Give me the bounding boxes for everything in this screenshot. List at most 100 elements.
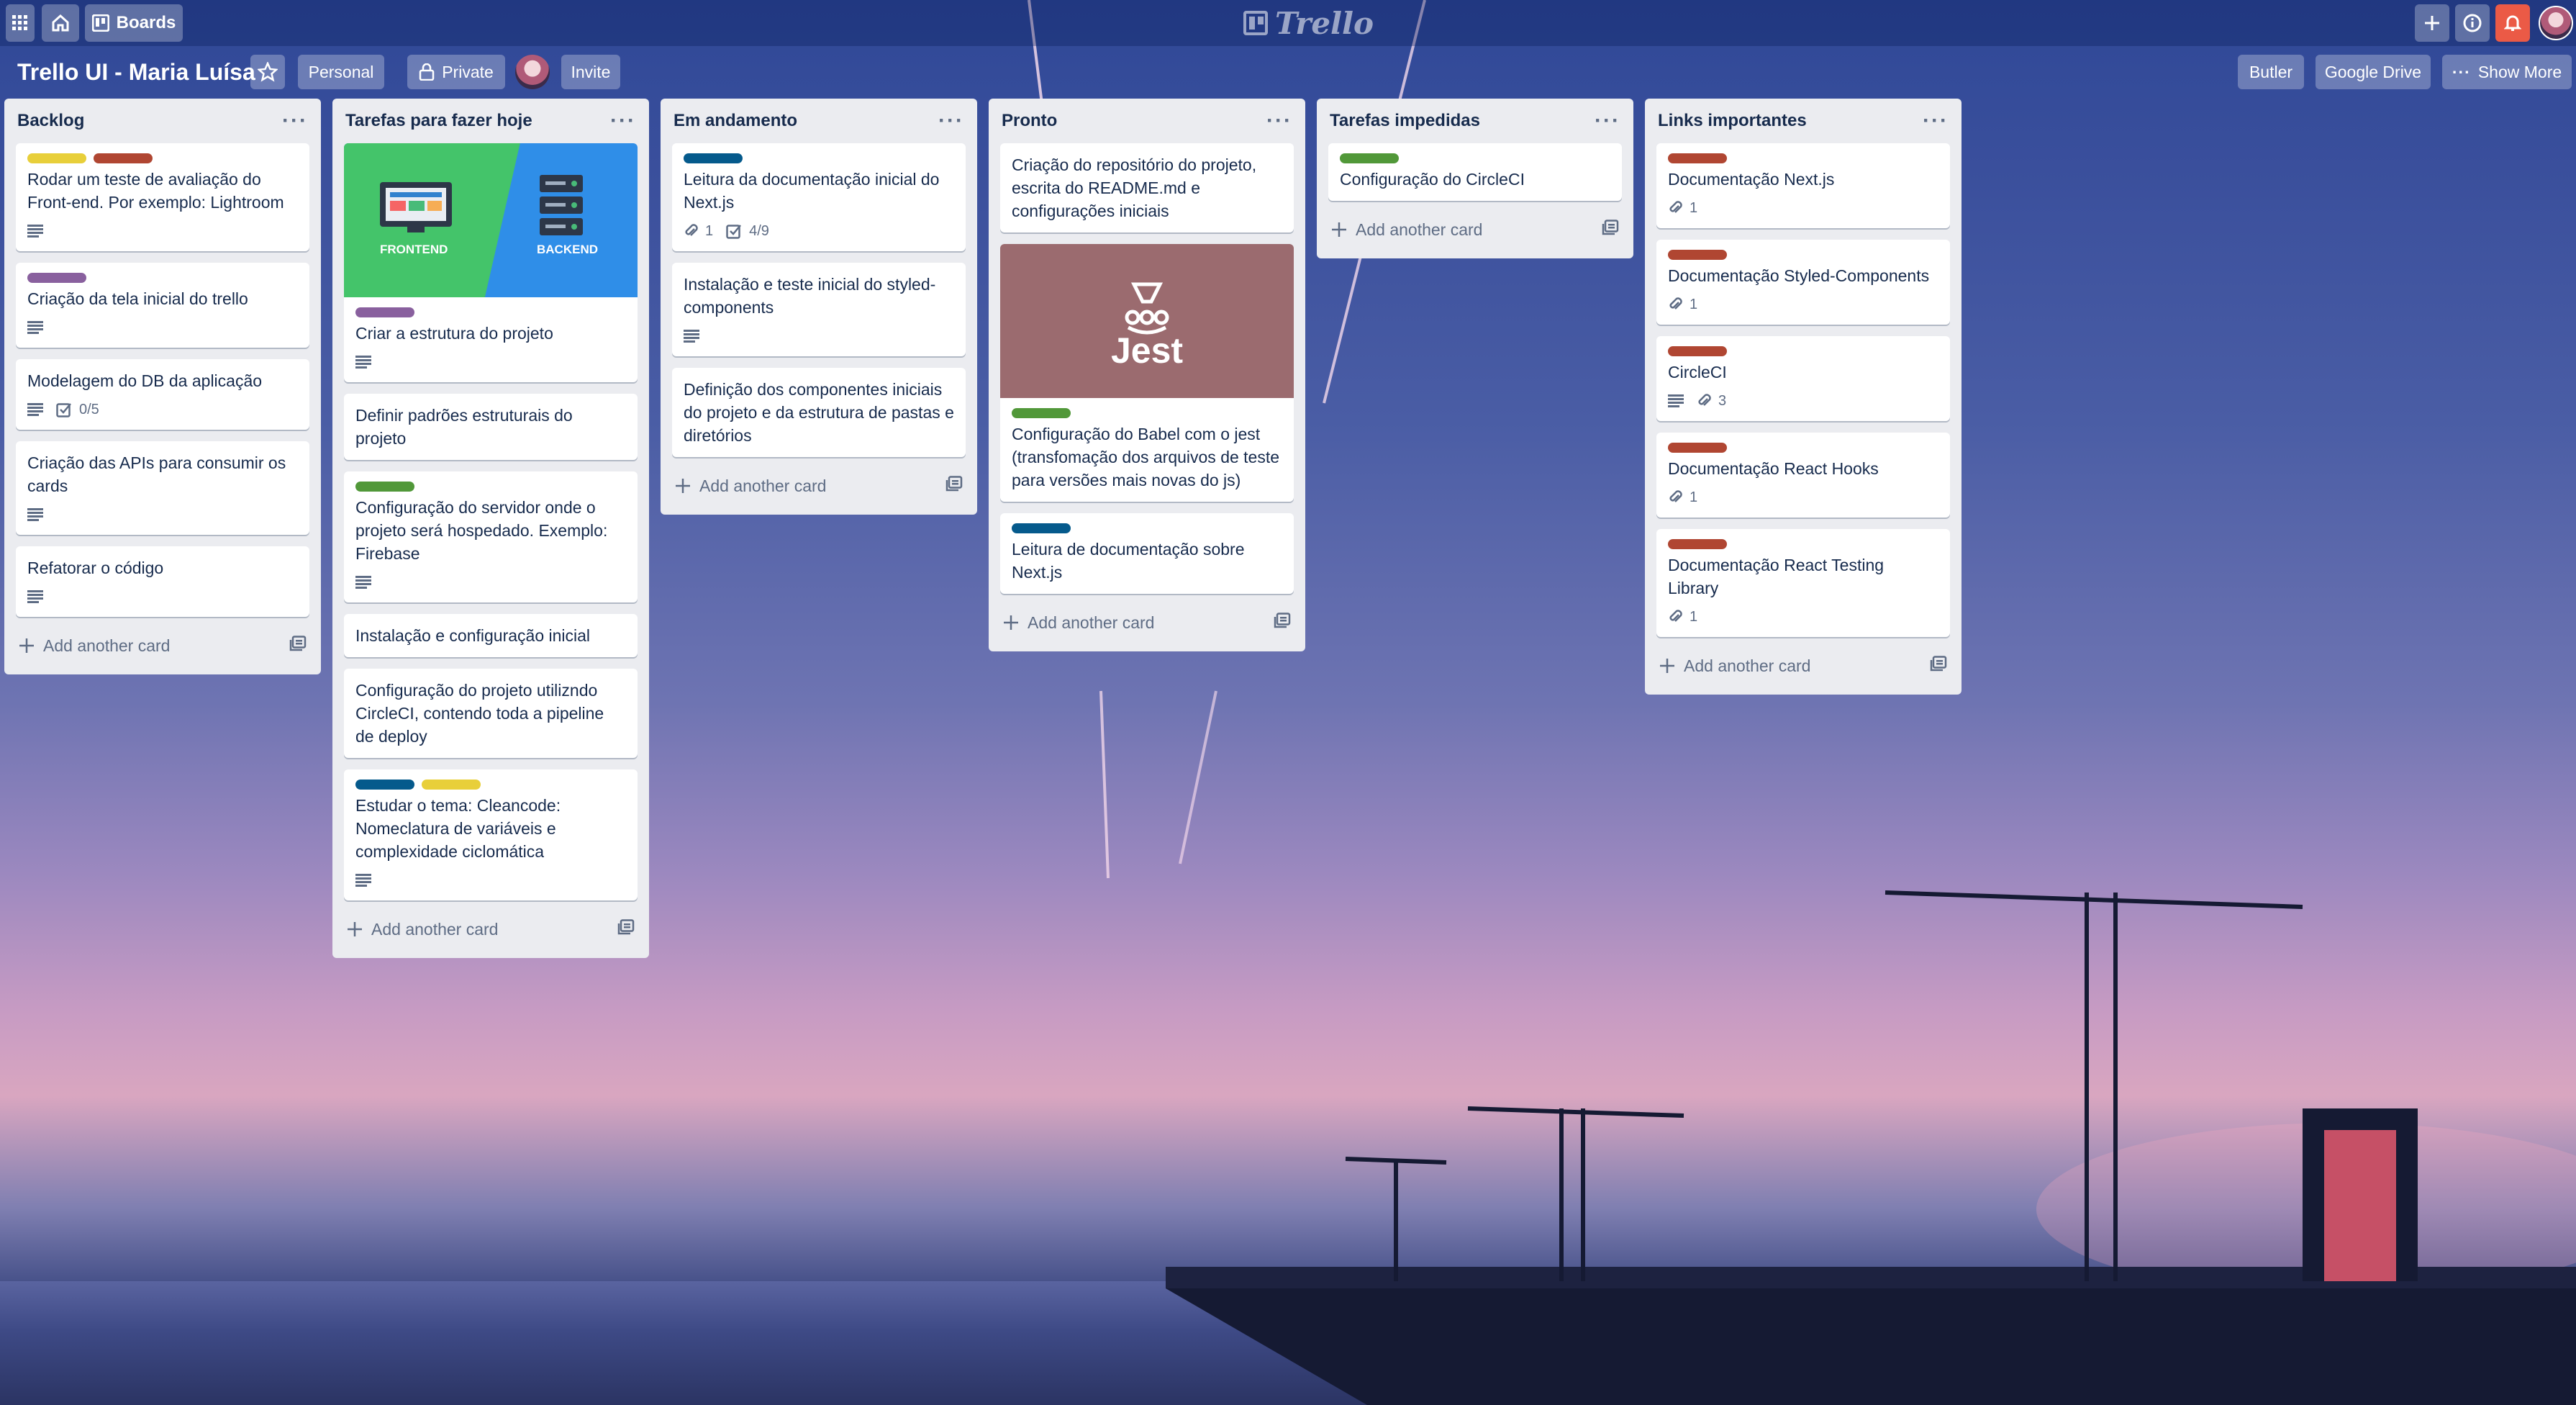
card-template-button[interactable] — [617, 919, 635, 939]
card[interactable]: Configuração do CircleCI — [1328, 143, 1622, 201]
home-button[interactable] — [42, 4, 79, 42]
add-card-link[interactable]: Add another card — [1331, 220, 1482, 240]
card[interactable]: Documentação Styled-Components 1 — [1656, 240, 1950, 325]
card-label[interactable] — [422, 780, 481, 790]
board-title[interactable]: Trello UI - Maria Luísa — [17, 55, 255, 89]
card-label[interactable] — [1668, 443, 1727, 453]
list-menu-icon[interactable]: ··· — [938, 110, 964, 132]
add-card-link[interactable]: Add another card — [1003, 613, 1154, 633]
list-title[interactable]: Links importantes — [1658, 111, 1807, 131]
card[interactable]: FRONTEND BACKEND Criar a estrutura do proj… — [344, 143, 638, 382]
card-title: Modelagem do DB da aplicação — [27, 371, 263, 390]
card[interactable]: Criação do repositório do projeto, escri… — [1000, 143, 1294, 232]
list-title[interactable]: Tarefas para fazer hoje — [345, 111, 532, 131]
show-menu-button[interactable]: ··· Show More — [2442, 55, 2572, 89]
card[interactable]: Rodar um teste de avaliação do Front-end… — [16, 143, 309, 251]
card-template-button[interactable] — [289, 636, 307, 656]
member-avatar[interactable] — [2539, 6, 2573, 40]
card[interactable]: Documentação React Hooks 1 — [1656, 433, 1950, 518]
team-visibility-button[interactable]: Personal — [298, 55, 384, 89]
star-button[interactable] — [250, 55, 285, 89]
card[interactable]: Definição dos componentes iniciais do pr… — [672, 368, 966, 457]
card-label[interactable] — [27, 153, 86, 163]
card-label[interactable] — [355, 482, 414, 492]
list-title[interactable]: Em andamento — [674, 111, 797, 131]
card-template-button[interactable] — [945, 476, 963, 496]
add-card-button[interactable]: Add another card — [1656, 649, 1950, 683]
list-header[interactable]: Em andamento ··· — [672, 99, 966, 143]
card[interactable]: CircleCI 3 — [1656, 336, 1950, 421]
card-label[interactable] — [27, 273, 86, 283]
trello-logo[interactable]: Trello — [1243, 4, 1374, 42]
add-card-button[interactable]: Add another card — [16, 628, 309, 663]
card-template-button[interactable] — [1930, 656, 1947, 676]
card-label[interactable] — [94, 153, 153, 163]
checklist-icon — [56, 403, 71, 417]
list-header[interactable]: Tarefas impedidas ··· — [1328, 99, 1622, 143]
list-menu-icon[interactable]: ··· — [610, 110, 636, 132]
description-badge — [355, 576, 371, 589]
list-menu-icon[interactable]: ··· — [1266, 110, 1292, 132]
card[interactable]: Leitura de documentação sobre Next.js — [1000, 513, 1294, 594]
card-template-icon — [1930, 656, 1947, 672]
list-title[interactable]: Pronto — [1002, 111, 1057, 131]
add-card-button[interactable]: Add another card — [1000, 605, 1294, 640]
card[interactable]: Leitura da documentação inicial do Next.… — [672, 143, 966, 251]
card[interactable]: Criação das APIs para consumir os cards — [16, 441, 309, 535]
apps-button[interactable] — [6, 4, 35, 42]
card[interactable]: Estudar o tema: Cleancode: Nomeclatura d… — [344, 769, 638, 900]
card[interactable]: Modelagem do DB da aplicação 0/5 — [16, 359, 309, 430]
card[interactable]: Configuração do projeto utilizndo Circle… — [344, 669, 638, 758]
list-title[interactable]: Tarefas impedidas — [1330, 111, 1480, 131]
add-card-button[interactable]: Add another card — [344, 912, 638, 947]
card[interactable]: Instalação e configuração inicial — [344, 614, 638, 657]
card-label[interactable] — [1668, 250, 1727, 260]
list-header[interactable]: Links importantes ··· — [1656, 99, 1950, 143]
card-label[interactable] — [1668, 153, 1727, 163]
card-label[interactable] — [1012, 523, 1071, 533]
list-header[interactable]: Pronto ··· — [1000, 99, 1294, 143]
card[interactable]: Configuração do servidor onde o projeto … — [344, 471, 638, 602]
card[interactable]: Definir padrões estruturais do projeto — [344, 394, 638, 460]
list-title[interactable]: Backlog — [17, 111, 84, 131]
card[interactable]: Criação da tela inicial do trello — [16, 263, 309, 348]
card-label[interactable] — [355, 780, 414, 790]
board-member-avatar[interactable] — [515, 55, 550, 89]
list-header[interactable]: Tarefas para fazer hoje ··· — [344, 99, 638, 143]
list-menu-icon[interactable]: ··· — [1923, 110, 1949, 132]
add-card-link[interactable]: Add another card — [347, 920, 498, 939]
attachment-count: 1 — [1690, 609, 1698, 625]
card-template-button[interactable] — [1602, 220, 1619, 240]
card-label[interactable] — [355, 307, 414, 317]
notifications-button[interactable] — [2495, 4, 2530, 42]
card-template-button[interactable] — [1274, 613, 1291, 633]
card-label[interactable] — [1012, 408, 1071, 418]
boards-button[interactable]: Boards — [85, 4, 183, 42]
google-drive-button[interactable]: Google Drive — [2316, 55, 2431, 89]
card[interactable]: Jest Configuração do Babel com o jest (tr… — [1000, 244, 1294, 502]
add-card-button[interactable]: Add another card — [1328, 212, 1622, 247]
more-dots-icon: ··· — [2452, 62, 2471, 81]
list-menu-icon[interactable]: ··· — [1595, 110, 1620, 132]
list-header[interactable]: Backlog ··· — [16, 99, 309, 143]
card[interactable]: Instalação e teste inicial do styled-com… — [672, 263, 966, 356]
card-label[interactable] — [1668, 346, 1727, 356]
add-card-link[interactable]: Add another card — [19, 636, 170, 656]
list-menu-icon[interactable]: ··· — [282, 110, 308, 132]
info-button[interactable] — [2455, 4, 2490, 42]
privacy-button[interactable]: Private — [407, 55, 505, 89]
add-card-button[interactable]: Add another card — [672, 469, 966, 503]
plus-icon — [676, 479, 690, 493]
card-label[interactable] — [1340, 153, 1399, 163]
card-title: Refatorar o código — [27, 559, 164, 577]
invite-button[interactable]: Invite — [561, 55, 620, 89]
butler-button[interactable]: Butler — [2238, 55, 2304, 89]
card[interactable]: Refatorar o código — [16, 546, 309, 617]
create-button[interactable] — [2415, 4, 2449, 42]
add-card-link[interactable]: Add another card — [1659, 656, 1810, 676]
card-label[interactable] — [1668, 539, 1727, 549]
card-label[interactable] — [684, 153, 743, 163]
card[interactable]: Documentação Next.js 1 — [1656, 143, 1950, 228]
add-card-link[interactable]: Add another card — [675, 476, 826, 496]
card[interactable]: Documentação React Testing Library 1 — [1656, 529, 1950, 637]
